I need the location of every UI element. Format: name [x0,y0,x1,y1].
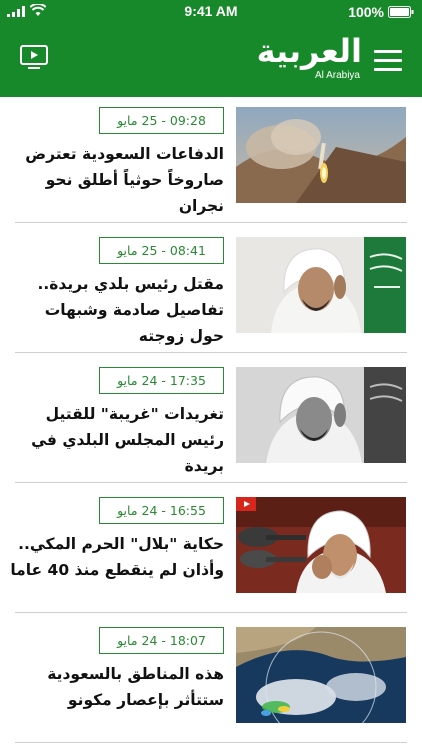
article-title[interactable]: مقتل رئيس بلدي بريدة.. تفاصيل صادمة وشبه… [8,271,224,349]
app-header: 9:41 AM 100% العربية Al Arabiya [0,0,422,97]
satellite-weather-map[interactable] [236,627,406,723]
video-play-icon [236,497,256,511]
article-title[interactable]: هذه المناطق بالسعودية ستتأثر بإعصار مكون… [8,661,224,713]
battery-icon [388,6,414,18]
article-title[interactable]: الدفاعات السعودية تعترض صاروخاً حوثياً أ… [8,141,224,219]
article-date: 08:41 - 25 مايو [99,237,224,264]
missile-launch-photo[interactable] [236,107,406,203]
news-item[interactable]: 16:55 - 24 مايو حكاية "بلال" الحرم المكي… [0,487,422,617]
status-bar: 9:41 AM 100% [0,0,422,24]
hamburger-menu-icon[interactable] [374,50,402,72]
news-item[interactable]: 18:07 - 24 مايو هذه المناطق بالسعودية ست… [0,617,422,747]
battery-status: 100% [348,4,414,20]
portrait-photo-grayscale[interactable] [236,367,406,463]
divider [15,612,407,613]
article-date: 18:07 - 24 مايو [99,627,224,654]
news-item[interactable]: 08:41 - 25 مايو مقتل رئيس بلدي بريدة.. ت… [0,227,422,357]
article-date: 09:28 - 25 مايو [99,107,224,134]
news-item[interactable]: 17:35 - 24 مايو تغريدات "غريبة" للقتيل ر… [0,357,422,487]
divider [15,352,407,353]
logo-arabic-text: العربية [256,32,363,70]
article-date: 17:35 - 24 مايو [99,367,224,394]
muezzin-microphone-photo[interactable] [236,497,406,593]
divider [15,742,407,743]
al-arabiya-logo[interactable]: العربية Al Arabiya [257,32,363,86]
article-date: 16:55 - 24 مايو [99,497,224,524]
article-title[interactable]: تغريدات "غريبة" للقتيل رئيس المجلس البلد… [8,401,224,479]
news-item[interactable]: 09:28 - 25 مايو الدفاعات السعودية تعترض … [0,97,422,227]
divider [15,482,407,483]
logo-english-text: Al Arabiya [314,70,360,81]
divider [15,222,407,223]
live-tv-icon[interactable] [20,45,48,71]
article-title[interactable]: حكاية "بلال" الحرم المكي.. وأذان لم ينقط… [8,531,224,583]
battery-percent: 100% [348,4,384,20]
portrait-photo-flag[interactable] [236,237,406,333]
